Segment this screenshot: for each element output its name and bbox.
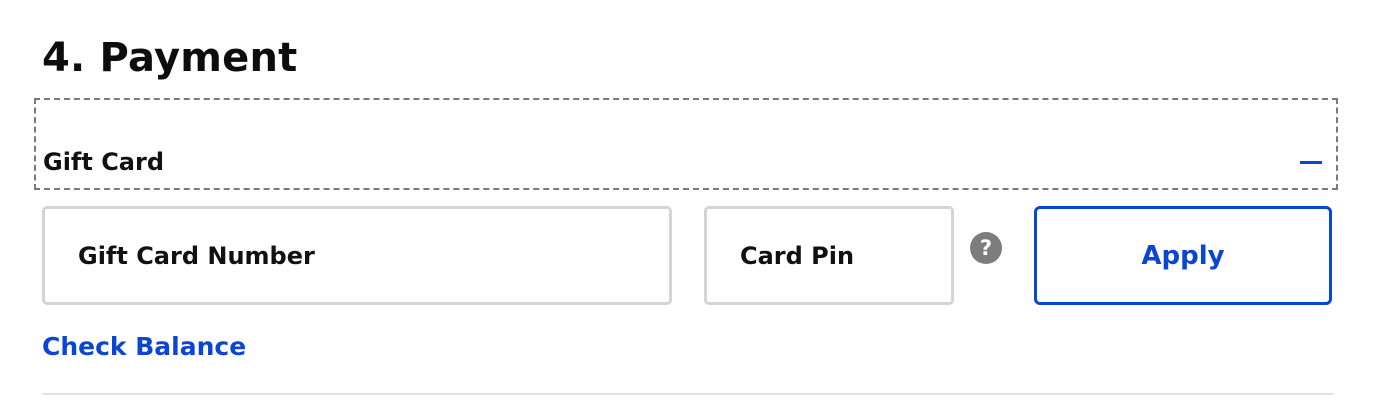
minus-icon[interactable] [1300,161,1322,164]
check-balance-link[interactable]: Check Balance [42,330,246,364]
gift-card-number-input[interactable] [42,206,672,305]
page-title: 4. Payment [42,35,298,81]
section-divider [42,393,1334,395]
gift-card-heading: Gift Card [43,148,165,176]
gift-card-accordion-header[interactable]: Gift Card [34,98,1338,190]
apply-button[interactable]: Apply [1034,206,1332,305]
question-mark-icon[interactable]: ? [970,232,1002,264]
card-pin-input[interactable] [704,206,954,305]
